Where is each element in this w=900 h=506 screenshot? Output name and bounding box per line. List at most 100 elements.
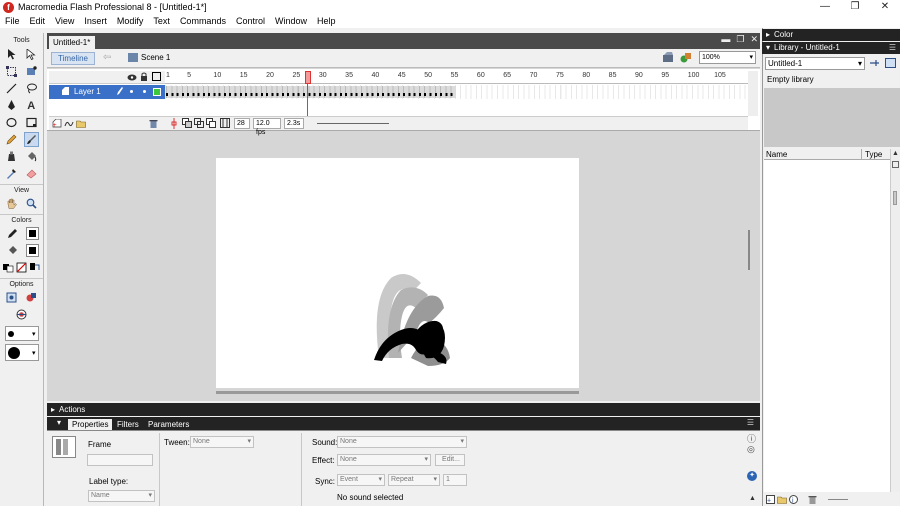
delete-layer-icon[interactable] [149,119,158,131]
doc-close-icon[interactable]: ✕ [750,34,758,45]
zoom-dropdown[interactable]: 100% ▾ [699,51,756,64]
ink-bottle-tool-icon[interactable] [4,149,19,164]
brush-shape-dropdown[interactable]: ▾ [4,344,39,361]
brush-tool-icon[interactable] [23,132,39,147]
lock-fill-icon[interactable] [4,290,19,305]
timeline-hscroll[interactable] [317,123,389,124]
layer-outline-color-swatch[interactable] [153,88,161,96]
collapse-panel-icon[interactable]: ◎ [747,444,755,455]
eyedropper-tool-icon[interactable] [4,166,19,181]
panel-menu-icon[interactable]: ☰ [747,418,754,427]
expand-arrow-icon[interactable]: ▾ [57,418,61,427]
insert-layer-icon[interactable]: + [52,118,62,130]
tab-filters[interactable]: Filters [113,419,143,430]
stroke-color-swatch[interactable] [25,227,39,240]
repeat-dropdown[interactable]: Repeat ▾ [388,474,440,486]
maximize-button[interactable]: ❐ [840,0,870,14]
library-item-list[interactable] [764,160,890,492]
menu-insert[interactable]: Insert [79,16,112,26]
menu-edit[interactable]: Edit [25,16,51,26]
menu-window[interactable]: Window [270,16,312,26]
visible-dot[interactable] [130,90,133,93]
menu-commands[interactable]: Commands [175,16,231,26]
new-symbol-icon[interactable]: + [766,495,775,506]
document-tab[interactable]: Untitled-1* [49,36,95,49]
lock-icon[interactable] [140,72,148,83]
new-folder-icon[interactable] [777,495,787,506]
menu-file[interactable]: File [0,16,25,26]
sort-order-icon[interactable] [892,161,899,168]
swap-colors-icon[interactable] [28,260,41,275]
layer-row[interactable]: Layer 1 [49,85,165,99]
outline-icon[interactable] [152,72,161,83]
tween-dropdown[interactable]: None ▾ [190,436,254,448]
stage-vertical-scrollbar[interactable] [748,230,750,270]
selection-tool-icon[interactable] [4,47,19,62]
menu-control[interactable]: Control [231,16,270,26]
playhead[interactable] [305,71,312,84]
library-panel-header[interactable]: ▾ Library - Untitled-1 ☰ [762,42,900,54]
close-button[interactable]: ✕ [870,0,900,14]
properties-info-icon[interactable]: i [789,495,798,506]
sound-dropdown[interactable]: None ▾ [337,436,467,448]
unlocked-dot[interactable] [143,90,146,93]
no-color-icon[interactable] [15,260,28,275]
column-name-header[interactable]: Name [766,150,787,159]
frame-name-input[interactable] [87,454,153,466]
show-hide-eye-icon[interactable] [127,73,137,83]
modify-onion-markers-icon[interactable] [220,118,230,130]
back-arrow-icon[interactable]: ⇦ [103,52,111,63]
menu-view[interactable]: View [50,16,79,26]
scroll-up-arrow-icon[interactable]: ▲ [892,150,899,157]
stage-horizontal-scrollbar[interactable] [216,391,579,394]
rectangle-tool-icon[interactable] [24,115,39,130]
onion-skin-outlines-icon[interactable] [194,118,205,130]
subselection-tool-icon[interactable] [24,47,39,62]
column-type-header[interactable]: Type [865,150,882,159]
tab-parameters[interactable]: Parameters [144,419,193,430]
pencil-tool-icon[interactable] [4,132,19,147]
actions-panel-header[interactable]: ▸ Actions [47,403,760,416]
panel-menu-icon[interactable]: ☰ [889,42,896,54]
brush-mode-icon[interactable] [24,290,39,305]
edit-symbols-icon[interactable] [680,52,692,66]
scrollbar-thumb[interactable] [893,191,897,205]
edit-multiple-frames-icon[interactable] [206,118,217,130]
accessibility-icon[interactable]: ✦ [747,471,757,481]
timeline-scrollbar[interactable] [748,71,758,116]
stage-canvas[interactable] [216,158,579,388]
color-panel-header[interactable]: ▸ Color [762,29,900,41]
line-tool-icon[interactable] [4,81,19,96]
menu-help[interactable]: Help [312,16,341,26]
expand-panel-icon[interactable]: ▲ [749,495,756,502]
new-library-panel-icon[interactable] [885,58,896,70]
brush-size-dropdown[interactable]: ▾ [4,326,39,341]
lasso-tool-icon[interactable] [24,81,39,96]
free-transform-tool-icon[interactable] [4,64,19,79]
frame-ruler[interactable]: 1 5 10 15 20 25 30 35 40 45 50 55 60 65 70 75 80 85 90 95 10… [165,71,748,84]
label-type-dropdown[interactable]: Name ▾ [88,490,155,502]
fill-color-swatch[interactable] [25,244,39,257]
brush-shape-icon[interactable] [14,307,29,322]
edit-envelope-button[interactable]: Edit... [435,454,465,466]
delete-item-icon[interactable] [808,495,817,506]
library-hscroll[interactable] [828,499,848,500]
frame-rate-display[interactable]: 12.0 fps [253,118,281,136]
doc-minimize-icon[interactable]: ▬ [721,34,730,45]
pin-library-icon[interactable] [869,58,880,70]
menu-text[interactable]: Text [148,16,175,26]
fill-transform-tool-icon[interactable] [24,64,39,79]
effect-dropdown[interactable]: None ▾ [337,454,431,466]
edit-scene-icon[interactable] [662,52,674,66]
doc-restore-icon[interactable]: ❐ [736,34,744,45]
eraser-tool-icon[interactable] [24,166,39,181]
sync-dropdown[interactable]: Event ▾ [337,474,385,486]
add-motion-guide-icon[interactable] [64,119,74,130]
menu-modify[interactable]: Modify [112,16,149,26]
library-scrollbar[interactable]: ▲ [890,149,900,492]
hand-tool-icon[interactable] [4,196,19,211]
pen-tool-icon[interactable] [4,98,19,113]
onion-skin-icon[interactable] [182,118,193,130]
scene-breadcrumb[interactable]: Scene 1 [128,53,170,62]
library-document-dropdown[interactable]: Untitled-1 ▾ [765,57,865,70]
